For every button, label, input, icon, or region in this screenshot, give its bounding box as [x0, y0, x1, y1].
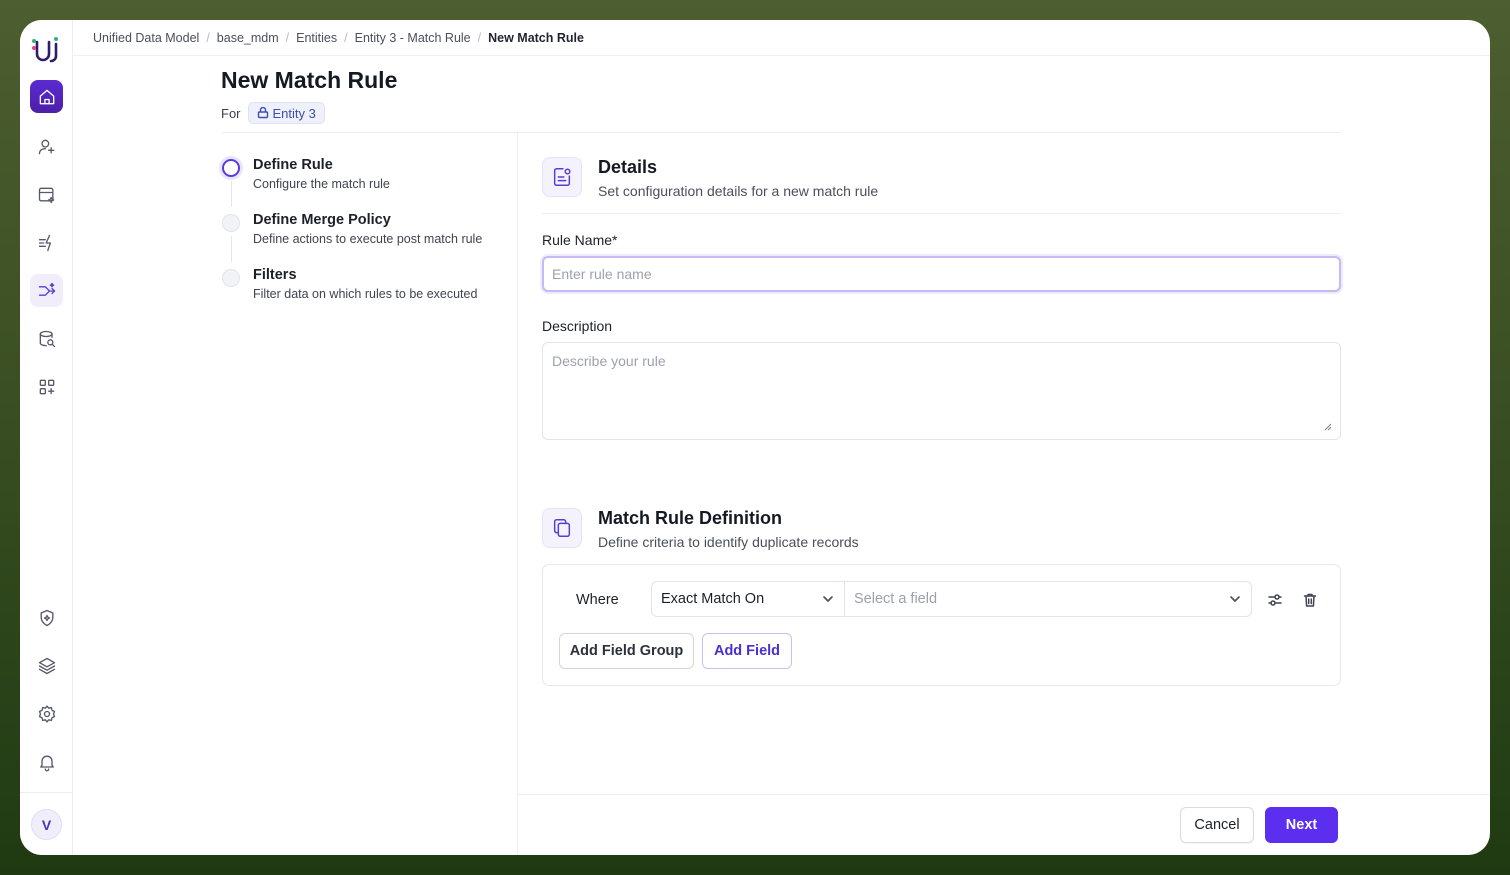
table-sparkle-icon — [38, 187, 54, 203]
condition-settings-button[interactable] — [1266, 591, 1284, 609]
top-bar: Unified Data Model / base_mdm / Entities… — [73, 20, 1490, 56]
page-title: New Match Rule — [221, 67, 398, 93]
breadcrumb-item-unified-data-model[interactable]: Unified Data Model — [93, 31, 199, 45]
step-indicator — [222, 269, 240, 287]
user-sparkle-icon — [38, 139, 54, 154]
step-title: Filters — [253, 267, 297, 283]
details-title: Details — [598, 157, 658, 177]
sidebar-item-tables[interactable] — [30, 178, 63, 211]
add-field-group-button[interactable]: Add Field Group — [559, 633, 694, 669]
panel-divider — [517, 133, 518, 855]
step-title: Define Rule — [253, 157, 333, 173]
merge-sparkle-icon — [38, 282, 55, 296]
rule-name-input[interactable] — [542, 256, 1341, 292]
app-logo[interactable] — [31, 36, 63, 66]
match-rule-title: Match Rule Definition — [598, 508, 782, 528]
chevron-down-icon — [823, 596, 833, 602]
sidebar-item-match-rules[interactable] — [30, 274, 63, 307]
sidebar-item-users[interactable] — [30, 130, 63, 163]
match-rule-box: Where Exact Match On Select a field Add … — [542, 564, 1341, 686]
copy-icon — [553, 519, 571, 537]
app-window: V Unified Data Model / base_mdm / Entiti… — [20, 20, 1490, 855]
match-type-value: Exact Match On — [661, 591, 765, 607]
add-field-button[interactable]: Add Field — [702, 633, 792, 669]
sidebar-item-apps[interactable] — [30, 370, 63, 403]
step-description: Filter data on which rules to be execute… — [253, 287, 478, 301]
match-type-select[interactable]: Exact Match On — [652, 582, 845, 616]
breadcrumb-item-entity-match-rule[interactable]: Entity 3 - Match Rule — [355, 31, 471, 45]
match-rule-subtitle: Define criteria to identify duplicate re… — [598, 534, 859, 550]
entity-chip-label: Entity 3 — [272, 105, 316, 121]
condition-select-group: Exact Match On Select a field — [651, 581, 1252, 617]
sidebar-item-security[interactable] — [30, 601, 63, 634]
trash-icon — [1303, 593, 1317, 607]
step-define-merge-policy[interactable]: Define Merge Policy Define actions to ex… — [221, 212, 501, 266]
sidebar-item-settings[interactable] — [30, 697, 63, 730]
step-indicator-active — [222, 159, 240, 177]
rule-name-label: Rule Name* — [542, 232, 618, 248]
database-search-icon — [39, 330, 55, 347]
avatar[interactable]: V — [31, 809, 62, 840]
step-connector — [231, 181, 232, 207]
entity-chip[interactable]: Entity 3 — [247, 102, 325, 124]
document-settings-icon — [553, 168, 571, 186]
for-entity-row: For Entity 3 — [221, 102, 325, 124]
breadcrumb-separator: / — [344, 31, 348, 45]
step-filters[interactable]: Filters Filter data on which rules to be… — [221, 267, 501, 321]
where-label: Where — [576, 592, 619, 608]
lightning-icon — [38, 234, 51, 251]
gear-icon — [38, 704, 55, 723]
sidebar-item-layers[interactable] — [30, 649, 63, 682]
layers-icon — [38, 657, 55, 674]
footer-divider — [518, 794, 1490, 795]
chevron-down-icon — [1230, 596, 1240, 602]
cancel-button[interactable]: Cancel — [1180, 807, 1254, 843]
bell-icon — [39, 755, 54, 771]
description-textarea[interactable] — [542, 342, 1341, 440]
delete-condition-button[interactable] — [1301, 591, 1319, 609]
step-description: Define actions to execute post match rul… — [253, 232, 483, 246]
step-indicator — [222, 214, 240, 232]
sidebar: V — [20, 20, 73, 855]
home-icon — [39, 89, 54, 104]
sidebar-item-data-search[interactable] — [30, 322, 63, 355]
details-subtitle: Set configuration details for a new matc… — [598, 183, 879, 199]
sidebar-item-home[interactable] — [30, 80, 63, 113]
sliders-icon — [1268, 594, 1282, 606]
match-rule-section-icon — [542, 508, 582, 548]
next-button[interactable]: Next — [1265, 807, 1338, 843]
breadcrumb-item-base-mdm[interactable]: base_mdm — [217, 31, 279, 45]
details-section-icon — [542, 157, 582, 197]
breadcrumb-separator: / — [285, 31, 290, 45]
sidebar-item-automation[interactable] — [30, 226, 63, 259]
resize-grip-icon[interactable] — [1322, 421, 1332, 431]
apps-add-icon — [39, 379, 54, 394]
header-divider — [221, 132, 1341, 133]
breadcrumb-separator: / — [477, 31, 482, 45]
breadcrumb: Unified Data Model / base_mdm / Entities… — [93, 31, 584, 45]
breadcrumb-current: New Match Rule — [488, 31, 584, 45]
description-label: Description — [542, 318, 613, 334]
entity-icon — [257, 107, 268, 119]
field-select[interactable]: Select a field — [845, 582, 1251, 616]
sidebar-item-notifications[interactable] — [30, 745, 63, 778]
field-select-placeholder: Select a field — [854, 591, 938, 607]
step-title: Define Merge Policy — [253, 212, 391, 228]
step-define-rule[interactable]: Define Rule Configure the match rule — [221, 157, 501, 211]
sidebar-divider — [20, 792, 73, 793]
for-label: For — [221, 105, 241, 121]
step-connector — [231, 236, 232, 262]
breadcrumb-item-entities[interactable]: Entities — [296, 31, 337, 45]
details-divider — [542, 213, 1341, 214]
step-description: Configure the match rule — [253, 177, 390, 191]
breadcrumb-separator: / — [206, 31, 210, 45]
stepper: Define Rule Configure the match rule Def… — [221, 156, 501, 321]
shield-sparkle-icon — [40, 609, 53, 626]
